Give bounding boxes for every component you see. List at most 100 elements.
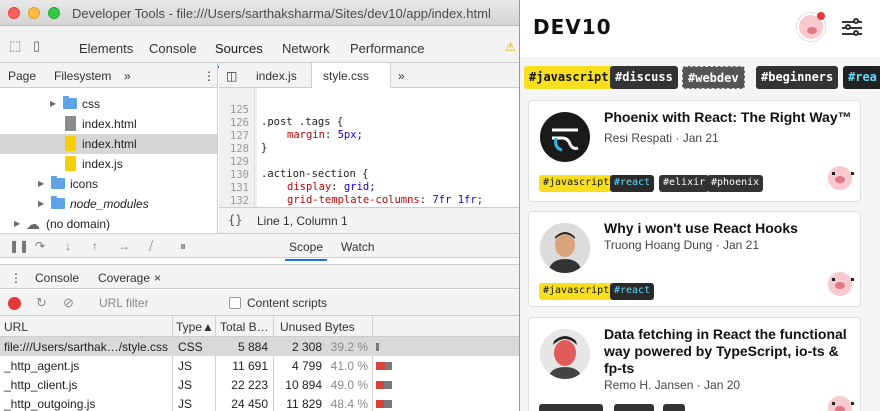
table-row[interactable]: _http_client.js JS 22 223 10 894 49.0 %: [0, 375, 519, 394]
tree-item-no-domain[interactable]: ▶ ☁ (no domain): [0, 214, 217, 233]
table-row[interactable]: file:///Users/sarthak…/style.css CSS 5 884…: [0, 337, 519, 356]
drawer-menu-icon[interactable]: ⋮: [10, 271, 22, 285]
code-line: 125 .post .tags {: [230, 104, 344, 128]
article-tag[interactable]: #elixir: [659, 175, 710, 192]
tree-item-css[interactable]: ▶ css: [0, 94, 217, 114]
close-coverage-icon[interactable]: ×: [154, 271, 161, 285]
clear-icon[interactable]: ⊘: [63, 295, 74, 311]
tag-bar: #javascript #discuss #webdev #beginners …: [520, 57, 880, 95]
tag-javascript[interactable]: #javascript: [524, 66, 614, 89]
tab-elements[interactable]: Elements: [79, 41, 133, 56]
deactivate-breakpoints-icon[interactable]: ⧸: [149, 239, 153, 254]
step-out-icon[interactable]: ↑: [92, 239, 98, 253]
pretty-print-icon[interactable]: {}: [228, 213, 242, 227]
url-filter-input[interactable]: URL filter: [99, 296, 149, 310]
more-options-icon[interactable]: ⋮: [203, 69, 215, 83]
article-title[interactable]: Phoenix with React: The Right Way™: [604, 109, 854, 126]
coverage-used-bar: [376, 381, 384, 389]
chevron-right-icon[interactable]: ▶: [38, 179, 44, 188]
coverage-unused-bar: [385, 362, 392, 370]
article-card[interactable]: Data fetching in React the functional wa…: [529, 318, 860, 411]
tab-console[interactable]: Console: [149, 41, 197, 56]
author-avatar[interactable]: [540, 112, 590, 162]
tree-item-index-js[interactable]: index.js: [0, 154, 217, 174]
coverage-type: JS: [178, 397, 193, 411]
tag-webdev[interactable]: #webdev: [682, 66, 745, 89]
article-card[interactable]: Why i won't use React Hooks Truong Hoang…: [529, 212, 860, 306]
drawer-tab-console[interactable]: Console: [35, 271, 79, 285]
article-tag[interactable]: [539, 404, 603, 411]
close-window-button[interactable]: [8, 7, 20, 19]
reaction-icon[interactable]: [828, 396, 854, 411]
article-tag[interactable]: #javascript: [539, 283, 614, 300]
tag-discuss[interactable]: #discuss: [610, 66, 678, 89]
device-toolbar-icon[interactable]: ▯: [33, 38, 40, 54]
author-avatar[interactable]: [540, 223, 590, 273]
tab-sources[interactable]: Sources: [209, 41, 269, 68]
settings-sliders-icon[interactable]: [842, 18, 862, 38]
devto-logo[interactable]: DEV10: [533, 15, 612, 39]
zoom-window-button[interactable]: [48, 7, 60, 19]
article-tag[interactable]: #react: [610, 175, 655, 192]
tab-page[interactable]: Page: [3, 69, 41, 90]
toggle-navigator-icon[interactable]: ◫: [226, 69, 237, 83]
article-tag[interactable]: [663, 404, 685, 411]
article-tag[interactable]: #react: [610, 283, 655, 300]
tab-scope[interactable]: Scope: [284, 240, 328, 261]
coverage-url: _http_client.js: [4, 378, 78, 392]
table-row[interactable]: _http_agent.js JS 11 691 4 799 41.0 %: [0, 356, 519, 375]
pause-on-exceptions-icon[interactable]: ⏸: [180, 239, 186, 254]
tag-beginners[interactable]: #beginners: [756, 66, 839, 89]
record-icon[interactable]: [8, 297, 21, 310]
step-into-icon[interactable]: ↓: [65, 239, 71, 253]
devtools-window: Developer Tools - file:///Users/sarthaks…: [0, 0, 519, 411]
chevron-right-icon[interactable]: ▶: [14, 219, 20, 228]
chevron-right-icon[interactable]: ▶: [50, 99, 56, 108]
editor-tab-style-css[interactable]: style.css: [323, 69, 369, 83]
pause-icon[interactable]: ❚❚: [9, 239, 29, 253]
tree-item-index-html[interactable]: index.html: [0, 114, 217, 134]
reaction-icon[interactable]: [828, 272, 854, 296]
article-title[interactable]: Why i won't use React Hooks: [604, 220, 854, 237]
tab-filesystem[interactable]: Filesystem: [54, 69, 111, 83]
article-title[interactable]: Data fetching in React the functional wa…: [604, 326, 854, 377]
reload-icon[interactable]: ↻: [36, 295, 47, 311]
author-avatar[interactable]: [540, 329, 590, 379]
column-url[interactable]: URL: [4, 320, 28, 334]
editor-tab-index-js[interactable]: index.js: [256, 69, 297, 83]
content-scripts-label: Content scripts: [247, 296, 328, 310]
user-avatar[interactable]: [797, 12, 825, 41]
table-row[interactable]: _http_outgoing.js JS 24 450 11 829 48.4 %: [0, 394, 519, 411]
article-tag[interactable]: [614, 404, 654, 411]
tab-network[interactable]: Network: [282, 41, 330, 56]
inspect-element-icon[interactable]: ⬚: [9, 38, 21, 54]
warning-icon[interactable]: ⚠: [505, 40, 516, 54]
column-unused-bytes[interactable]: Unused Bytes: [280, 320, 355, 334]
tree-item-index-html-selected[interactable]: index.html: [0, 134, 217, 154]
article-tag[interactable]: #phoenix: [707, 175, 764, 192]
content-scripts-checkbox[interactable]: [229, 297, 241, 309]
tab-watch[interactable]: Watch: [341, 240, 375, 254]
tree-item-icons[interactable]: ▶ icons: [0, 174, 217, 194]
file-tree: ▶ css index.html index.html index.js ▶ i…: [0, 88, 218, 233]
article-card[interactable]: Phoenix with React: The Right Way™ Resi …: [529, 101, 860, 201]
tag-react[interactable]: #rea: [843, 66, 880, 89]
step-over-icon[interactable]: ↷: [35, 239, 45, 253]
chevron-right-icon[interactable]: ▶: [38, 199, 44, 208]
code-line: 126 margin: 5px;: [230, 117, 363, 141]
drawer-tab-coverage[interactable]: Coverage: [93, 271, 169, 292]
coverage-url: _http_agent.js: [4, 359, 80, 373]
code-editor[interactable]: 125 .post .tags { 126 margin: 5px; 127 }…: [219, 88, 519, 207]
minimize-window-button[interactable]: [28, 7, 40, 19]
column-type[interactable]: Type▲: [176, 320, 214, 334]
more-tabs-icon[interactable]: »: [124, 69, 131, 83]
reaction-icon[interactable]: [828, 166, 854, 190]
tab-performance[interactable]: Performance: [350, 41, 424, 56]
column-total-bytes[interactable]: Total B…: [220, 320, 269, 334]
tree-item-node-modules[interactable]: ▶ node_modules: [0, 194, 217, 214]
step-icon[interactable]: →: [118, 239, 130, 253]
drawer-tabs: ⋮ Console Coverage ×: [0, 264, 519, 292]
more-editor-tabs-icon[interactable]: »: [398, 69, 405, 83]
article-tag[interactable]: #javascript: [539, 175, 614, 192]
coverage-used-bar: [376, 400, 384, 408]
